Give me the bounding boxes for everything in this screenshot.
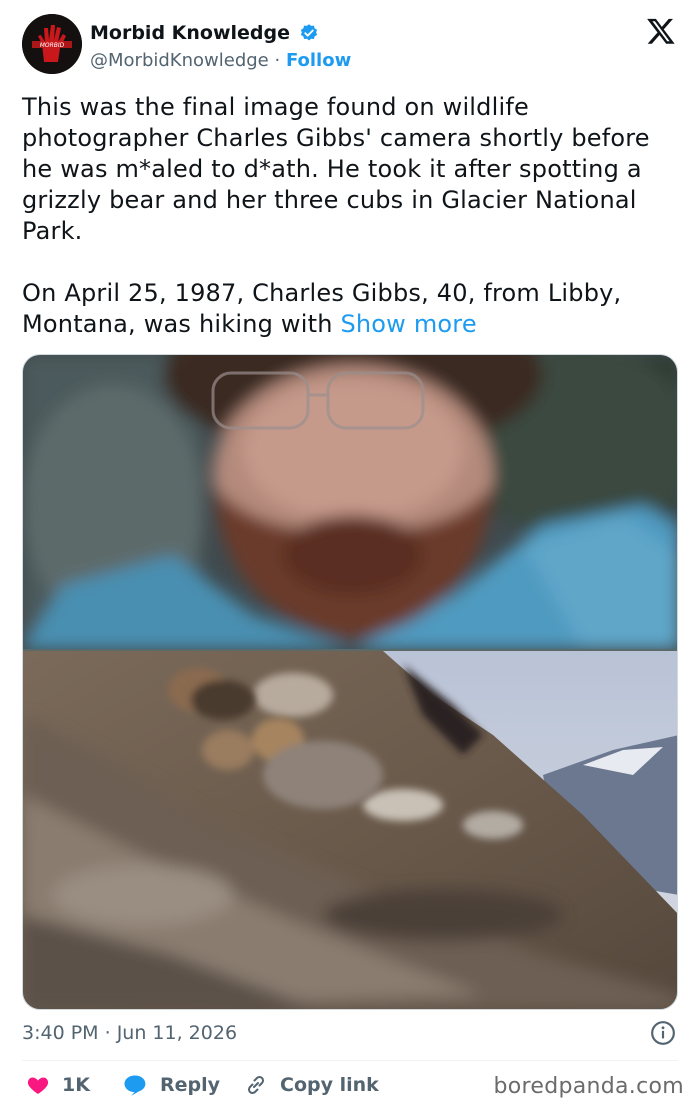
grizzly-bear-and-cubs-on-hillside-photo bbox=[23, 651, 677, 1009]
tweet-paragraph-2: On April 25, 1987, Charles Gibbs, 40, fr… bbox=[22, 278, 682, 340]
handle[interactable]: @MorbidKnowledge bbox=[90, 50, 269, 71]
tweet-paragraph-2-text: On April 25, 1987, Charles Gibbs, 40, fr… bbox=[22, 279, 622, 338]
heart-icon bbox=[27, 1077, 49, 1094]
red-handprint-logo-icon: MORBID bbox=[22, 14, 82, 74]
tweet-time: 3:40 PM bbox=[22, 1022, 99, 1044]
avatar[interactable]: MORBID bbox=[22, 14, 82, 74]
tweet-header: MORBID Morbid Knowledge @MorbidKnowledge… bbox=[22, 14, 682, 78]
like-button[interactable]: 1K bbox=[26, 1070, 90, 1100]
boredpanda-watermark: boredpanda.com bbox=[493, 1074, 684, 1099]
copy-link-button[interactable]: Copy link bbox=[244, 1070, 379, 1100]
verified-badge-icon bbox=[301, 24, 318, 41]
like-count: 1K bbox=[62, 1074, 90, 1096]
info-icon[interactable] bbox=[650, 1020, 676, 1046]
bearded-man-with-glasses-photo bbox=[23, 355, 677, 649]
show-more-link[interactable]: Show more bbox=[340, 310, 476, 338]
x-logo-icon[interactable] bbox=[646, 16, 676, 46]
tweet-media[interactable] bbox=[22, 354, 678, 1010]
reply-button[interactable]: Reply bbox=[122, 1070, 220, 1100]
media-photo-collage bbox=[23, 355, 677, 1009]
actions-divider bbox=[22, 1060, 678, 1061]
display-name[interactable]: Morbid Knowledge bbox=[90, 20, 290, 46]
tweet-timestamp[interactable]: 3:40 PM · Jun 11, 2026 bbox=[22, 1020, 237, 1046]
follow-button[interactable]: Follow bbox=[286, 50, 351, 71]
link-icon bbox=[247, 1075, 265, 1095]
timestamp-separator: · bbox=[104, 1022, 111, 1044]
handle-separator: · bbox=[274, 50, 281, 71]
tweet-text: This was the final image found on wildli… bbox=[22, 92, 682, 340]
reply-label: Reply bbox=[160, 1074, 221, 1096]
tweet-paragraph-1: This was the final image found on wildli… bbox=[22, 93, 650, 245]
reply-bubble-icon bbox=[124, 1075, 146, 1096]
copy-link-label: Copy link bbox=[280, 1074, 379, 1096]
tweet-date: Jun 11, 2026 bbox=[116, 1022, 238, 1044]
svg-text:MORBID: MORBID bbox=[40, 42, 65, 49]
